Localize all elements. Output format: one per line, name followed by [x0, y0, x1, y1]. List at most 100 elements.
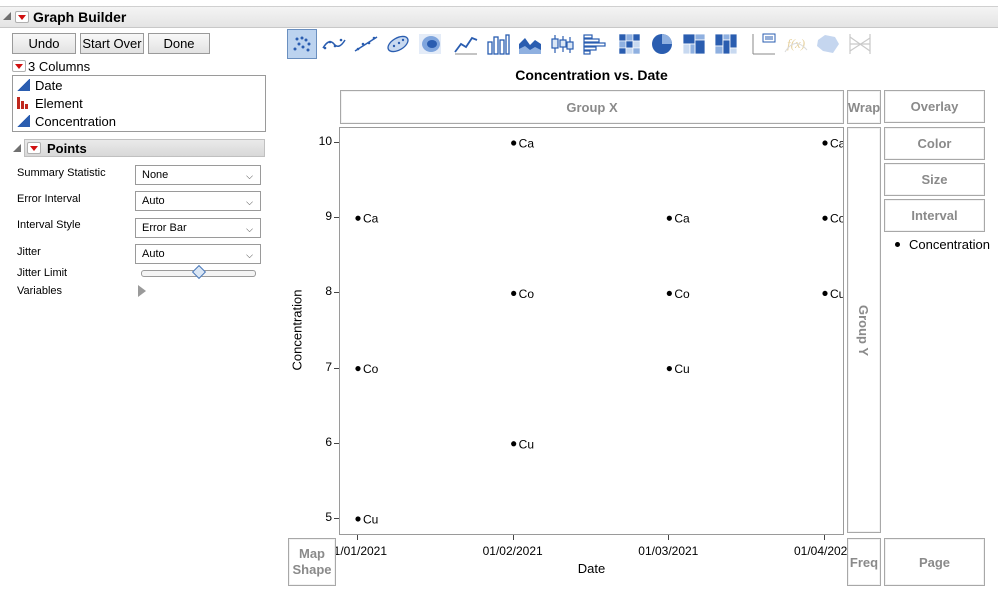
- interval-style-select[interactable]: Error Bar ⌵: [135, 218, 261, 238]
- data-point[interactable]: [355, 365, 361, 372]
- points-element-icon[interactable]: [287, 29, 317, 59]
- interval-zone[interactable]: Interval: [884, 199, 985, 232]
- map-shapes-element-icon[interactable]: [813, 29, 843, 59]
- y-tick-label: 7: [325, 359, 332, 374]
- column-label: Date: [35, 77, 63, 93]
- formula-element-icon[interactable]: f(x): [781, 29, 811, 59]
- column-item-concentration[interactable]: Concentration: [13, 112, 265, 130]
- error-interval-label: Error Interval: [17, 193, 81, 205]
- data-point[interactable]: [822, 215, 828, 221]
- color-zone[interactable]: Color: [884, 127, 985, 160]
- points-header-label: Points: [47, 140, 87, 156]
- jitter-label: Jitter: [17, 246, 41, 258]
- data-point[interactable]: [666, 290, 672, 297]
- undo-button[interactable]: Undo: [12, 33, 76, 54]
- data-point-label: Ca: [674, 212, 690, 226]
- area-element-icon[interactable]: [515, 29, 545, 59]
- wrap-zone[interactable]: Wrap: [847, 90, 881, 124]
- y-tick-mark: [334, 367, 339, 369]
- legend-marker-icon: [895, 242, 900, 247]
- chevron-down-icon: ⌵: [246, 171, 253, 181]
- freq-zone[interactable]: Freq: [847, 538, 881, 586]
- summary-statistic-label: Summary Statistic: [17, 167, 106, 179]
- column-label: Concentration: [35, 113, 116, 129]
- bar-element-icon[interactable]: [483, 29, 513, 59]
- overlay-zone[interactable]: Overlay: [884, 90, 985, 123]
- select-value: Error Bar: [142, 222, 187, 234]
- points-menu-icon[interactable]: [27, 142, 41, 154]
- continuous-icon: [17, 115, 30, 127]
- group-y-zone[interactable]: Group Y: [847, 127, 881, 533]
- group-x-zone[interactable]: Group X: [340, 90, 844, 124]
- data-point-label: Cu: [519, 437, 534, 451]
- plot-svg: Ca Co Cu Ca Co Cu Ca Co Cu Ca Co Cu: [355, 137, 843, 526]
- x-tick-mark: [512, 535, 514, 540]
- data-point-label: Ca: [363, 212, 379, 226]
- y-tick-label: 5: [325, 509, 332, 524]
- y-tick-label: 6: [325, 434, 332, 449]
- parallel-plot-element-icon[interactable]: [845, 29, 875, 59]
- data-point[interactable]: [355, 516, 361, 522]
- data-point[interactable]: [666, 365, 672, 372]
- data-point[interactable]: [511, 441, 517, 447]
- data-point[interactable]: [822, 140, 828, 146]
- data-point[interactable]: [511, 290, 517, 297]
- error-interval-select[interactable]: Auto ⌵: [135, 191, 261, 211]
- legend-item: Concentration: [895, 237, 990, 252]
- page-zone[interactable]: Page: [884, 538, 985, 586]
- y-tick-label: 10: [318, 134, 332, 149]
- map-shape-label-line2: Shape: [292, 562, 332, 577]
- map-shape-zone[interactable]: Map Shape: [288, 538, 336, 586]
- start-over-button[interactable]: Start Over: [80, 33, 144, 54]
- data-point[interactable]: [666, 215, 672, 221]
- data-point[interactable]: [511, 140, 517, 146]
- disclosure-icon[interactable]: [3, 12, 11, 20]
- data-point-label: Co: [674, 287, 690, 301]
- y-tick-mark: [334, 442, 339, 444]
- summary-statistic-select[interactable]: None ⌵: [135, 165, 261, 185]
- heatmap-element-icon[interactable]: [615, 29, 645, 59]
- red-triangle-menu-icon[interactable]: [15, 11, 29, 23]
- line-element-icon[interactable]: [451, 29, 481, 59]
- chart-title: Concentration vs. Date: [515, 67, 668, 83]
- y-tick-mark: [334, 142, 339, 144]
- data-point-label: Ca: [519, 137, 535, 151]
- ellipse-element-icon[interactable]: [383, 29, 413, 59]
- columns-menu-icon[interactable]: [12, 60, 26, 72]
- data-point[interactable]: [822, 290, 828, 297]
- y-axis-label: Concentration: [289, 289, 305, 371]
- column-item-date[interactable]: Date: [13, 76, 265, 94]
- x-tick-label: 01/02/2021: [482, 544, 543, 558]
- jitter-select[interactable]: Auto ⌵: [135, 244, 261, 264]
- line-of-fit-element-icon[interactable]: [351, 29, 381, 59]
- done-button[interactable]: Done: [148, 33, 210, 54]
- continuous-icon: [17, 79, 30, 91]
- chevron-down-icon: ⌵: [246, 197, 253, 207]
- histogram-element-icon[interactable]: [579, 29, 609, 59]
- pie-element-icon[interactable]: [647, 29, 677, 59]
- column-item-element[interactable]: Element: [13, 94, 265, 112]
- window-title: Graph Builder: [33, 9, 127, 25]
- expand-variables-icon[interactable]: [138, 285, 146, 297]
- mosaic-element-icon[interactable]: [711, 29, 741, 59]
- y-tick-mark: [334, 217, 339, 219]
- data-point-label: Co: [830, 212, 843, 226]
- columns-list[interactable]: Date Element Concentration: [12, 75, 266, 132]
- treemap-element-icon[interactable]: [679, 29, 709, 59]
- data-point-label: Cu: [674, 362, 689, 376]
- jitter-limit-slider[interactable]: [141, 264, 256, 280]
- chevron-down-icon: ⌵: [246, 224, 253, 234]
- size-zone[interactable]: Size: [884, 163, 985, 196]
- smoother-element-icon[interactable]: [319, 29, 349, 59]
- box-plot-element-icon[interactable]: [547, 29, 577, 59]
- slider-thumb[interactable]: [191, 264, 206, 280]
- caption-box-element-icon[interactable]: [749, 29, 779, 59]
- points-disclosure-icon[interactable]: [13, 144, 21, 152]
- variables-label: Variables: [17, 285, 63, 297]
- data-point[interactable]: [355, 215, 361, 221]
- contour-element-icon[interactable]: [415, 29, 445, 59]
- plot-area[interactable]: Ca Co Cu Ca Co Cu Ca Co Cu Ca Co Cu: [339, 127, 844, 535]
- y-tick-mark: [334, 517, 339, 519]
- y-tick-mark: [334, 292, 339, 294]
- select-value: Auto: [142, 248, 165, 260]
